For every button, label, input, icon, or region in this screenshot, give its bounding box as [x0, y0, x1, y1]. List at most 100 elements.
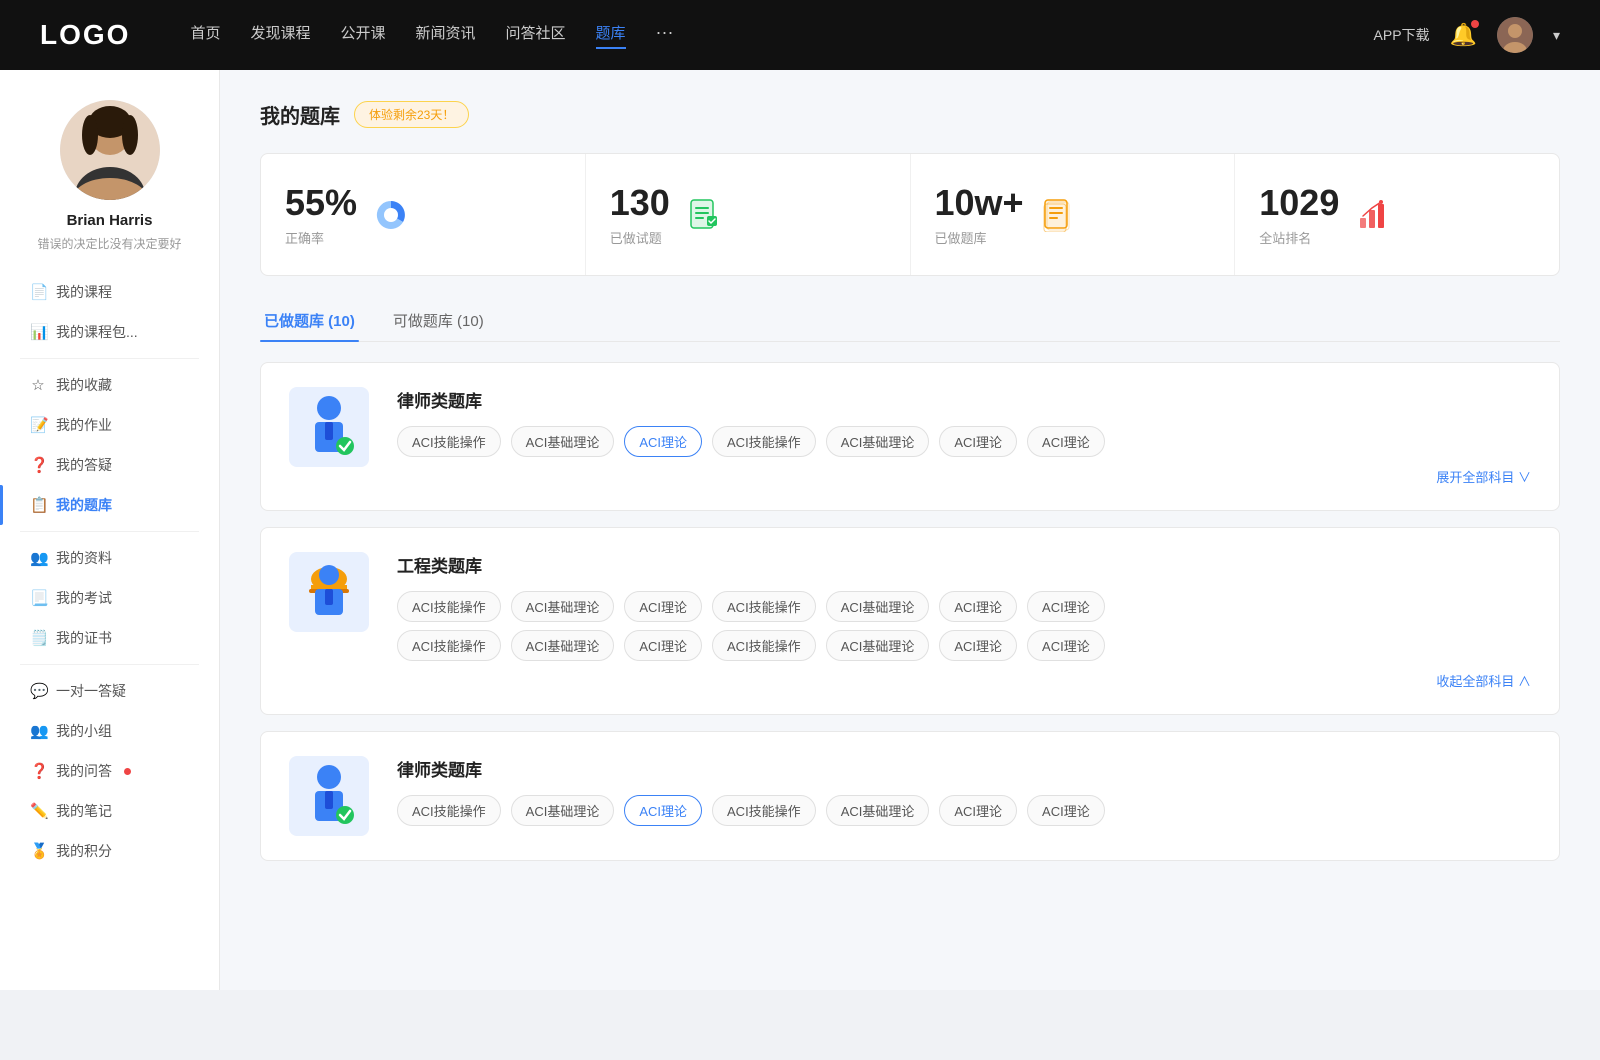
notification-dot	[1471, 20, 1479, 28]
tag[interactable]: ACI技能操作	[397, 795, 501, 826]
category-card-lawyer-2: 律师类题库 ACI技能操作 ACI基础理论 ACI理论 ACI技能操作 ACI基…	[260, 731, 1560, 861]
collapse-link[interactable]: 收起全部科目 ∧	[397, 671, 1531, 690]
sidebar-item-favorites[interactable]: ☆ 我的收藏	[0, 365, 219, 405]
sidebar-item-notes[interactable]: ✏️ 我的笔记	[0, 791, 219, 831]
coursepack-icon: 📊	[30, 323, 46, 341]
user-name: Brian Harris	[67, 212, 153, 229]
tag[interactable]: ACI技能操作	[712, 795, 816, 826]
category-card-lawyer-1: 律师类题库 ACI技能操作 ACI基础理论 ACI理论 ACI技能操作 ACI基…	[260, 362, 1560, 511]
group-icon: 👥	[30, 722, 46, 740]
tab-done[interactable]: 已做题库 (10)	[260, 300, 359, 341]
quiz-icon: 📋	[30, 496, 46, 514]
sidebar-item-exam[interactable]: 📃 我的考试	[0, 578, 219, 618]
tag[interactable]: ACI基础理论	[511, 630, 615, 661]
nav-home[interactable]: 首页	[190, 22, 220, 49]
sidebar-item-course[interactable]: 📄 我的课程	[0, 272, 219, 312]
stat-rank-value: 1029	[1259, 182, 1339, 224]
chart-red-icon	[1355, 197, 1391, 233]
stat-banks-value: 10w+	[935, 182, 1024, 224]
lawyer-icon-2	[289, 756, 369, 836]
sidebar-label: 我的问答	[56, 761, 112, 781]
tag[interactable]: ACI理论	[939, 630, 1017, 661]
tag-selected[interactable]: ACI理论	[624, 426, 702, 457]
nav-more[interactable]: ···	[656, 22, 674, 49]
tabs: 已做题库 (10) 可做题库 (10)	[260, 300, 1560, 342]
sidebar-label: 我的考试	[56, 588, 112, 608]
sidebar-label: 我的课程	[56, 282, 112, 302]
stat-rank: 1029 全站排名	[1235, 154, 1559, 275]
tag[interactable]: ACI理论	[939, 795, 1017, 826]
nav-qa[interactable]: 问答社区	[506, 22, 566, 49]
sidebar-item-qa[interactable]: ❓ 我的答疑	[0, 445, 219, 485]
sidebar-label: 我的作业	[56, 415, 112, 435]
user-avatar[interactable]	[1497, 17, 1533, 53]
tag[interactable]: ACI技能操作	[712, 426, 816, 457]
tag[interactable]: ACI理论	[1027, 591, 1105, 622]
stat-done-value: 130	[610, 182, 670, 224]
sidebar-divider-3	[20, 664, 199, 665]
tag[interactable]: ACI理论	[1027, 426, 1105, 457]
stats-bar: 55% 正确率 130 已做试题	[260, 153, 1560, 276]
sidebar-label: 我的答疑	[56, 455, 112, 475]
notification-bell[interactable]: 🔔	[1450, 22, 1477, 48]
sidebar-item-points[interactable]: 🏅 我的积分	[0, 831, 219, 871]
tag[interactable]: ACI技能操作	[397, 630, 501, 661]
nav-links: 首页 发现课程 公开课 新闻资讯 问答社区 题库 ···	[190, 22, 1373, 49]
tab-todo[interactable]: 可做题库 (10)	[389, 300, 488, 341]
user-chevron[interactable]: ▾	[1553, 27, 1560, 44]
homework-icon: 📝	[30, 416, 46, 434]
sidebar-item-coursepack[interactable]: 📊 我的课程包...	[0, 312, 219, 352]
sidebar-label: 我的小组	[56, 721, 112, 741]
stat-rank-label: 全站排名	[1259, 228, 1339, 247]
tag[interactable]: ACI理论	[1027, 795, 1105, 826]
tag[interactable]: ACI基础理论	[511, 426, 615, 457]
tag[interactable]: ACI理论	[939, 426, 1017, 457]
sidebar-item-homework[interactable]: 📝 我的作业	[0, 405, 219, 445]
cat-tags-row2: ACI技能操作 ACI基础理论 ACI理论 ACI技能操作 ACI基础理论 AC…	[397, 630, 1531, 661]
tag[interactable]: ACI技能操作	[397, 426, 501, 457]
tag[interactable]: ACI技能操作	[397, 591, 501, 622]
tag[interactable]: ACI基础理论	[826, 426, 930, 457]
sidebar-avatar	[60, 100, 160, 200]
nav-opencourse[interactable]: 公开课	[340, 22, 385, 49]
tag[interactable]: ACI理论	[624, 591, 702, 622]
sidebar-label: 我的收藏	[56, 375, 112, 395]
material-icon: 👥	[30, 549, 46, 567]
cat-tags: ACI技能操作 ACI基础理论 ACI理论 ACI技能操作 ACI基础理论 AC…	[397, 426, 1531, 457]
tag-selected[interactable]: ACI理论	[624, 795, 702, 826]
tag[interactable]: ACI基础理论	[826, 591, 930, 622]
chat-icon: 💬	[30, 682, 46, 700]
sidebar-item-group[interactable]: 👥 我的小组	[0, 711, 219, 751]
lawyer-icon	[289, 387, 369, 467]
sidebar-item-questions[interactable]: ❓ 我的问答	[0, 751, 219, 791]
tag[interactable]: ACI理论	[624, 630, 702, 661]
tag[interactable]: ACI技能操作	[712, 630, 816, 661]
nav-discover[interactable]: 发现课程	[250, 22, 310, 49]
page-wrapper: Brian Harris 错误的决定比没有决定要好 📄 我的课程 📊 我的课程包…	[0, 70, 1600, 990]
nav-news[interactable]: 新闻资讯	[416, 22, 476, 49]
sidebar-label: 一对一答疑	[56, 681, 126, 701]
tag[interactable]: ACI基础理论	[511, 591, 615, 622]
nav-quiz[interactable]: 题库	[596, 22, 626, 49]
app-download[interactable]: APP下载	[1374, 25, 1430, 45]
expand-link[interactable]: 展开全部科目 ∨	[397, 467, 1531, 486]
qa-icon: ❓	[30, 456, 46, 474]
course-icon: 📄	[30, 283, 46, 301]
tag[interactable]: ACI基础理论	[826, 630, 930, 661]
sidebar-item-material[interactable]: 👥 我的资料	[0, 538, 219, 578]
tag[interactable]: ACI基础理论	[511, 795, 615, 826]
cat-title: 律师类题库	[397, 387, 1531, 412]
tag[interactable]: ACI基础理论	[826, 795, 930, 826]
tag[interactable]: ACI技能操作	[712, 591, 816, 622]
tag[interactable]: ACI理论	[939, 591, 1017, 622]
points-icon: 🏅	[30, 842, 46, 860]
trial-badge: 体验剩余23天！	[354, 101, 469, 128]
sidebar-divider-2	[20, 531, 199, 532]
navbar: LOGO 首页 发现课程 公开课 新闻资讯 问答社区 题库 ··· APP下载 …	[0, 0, 1600, 70]
sidebar-item-1to1[interactable]: 💬 一对一答疑	[0, 671, 219, 711]
sidebar-item-quiz[interactable]: 📋 我的题库	[0, 485, 219, 525]
sidebar-item-cert[interactable]: 🗒️ 我的证书	[0, 618, 219, 658]
tag[interactable]: ACI理论	[1027, 630, 1105, 661]
page-title: 我的题库	[260, 100, 340, 129]
stat-accuracy: 55% 正确率	[261, 154, 586, 275]
